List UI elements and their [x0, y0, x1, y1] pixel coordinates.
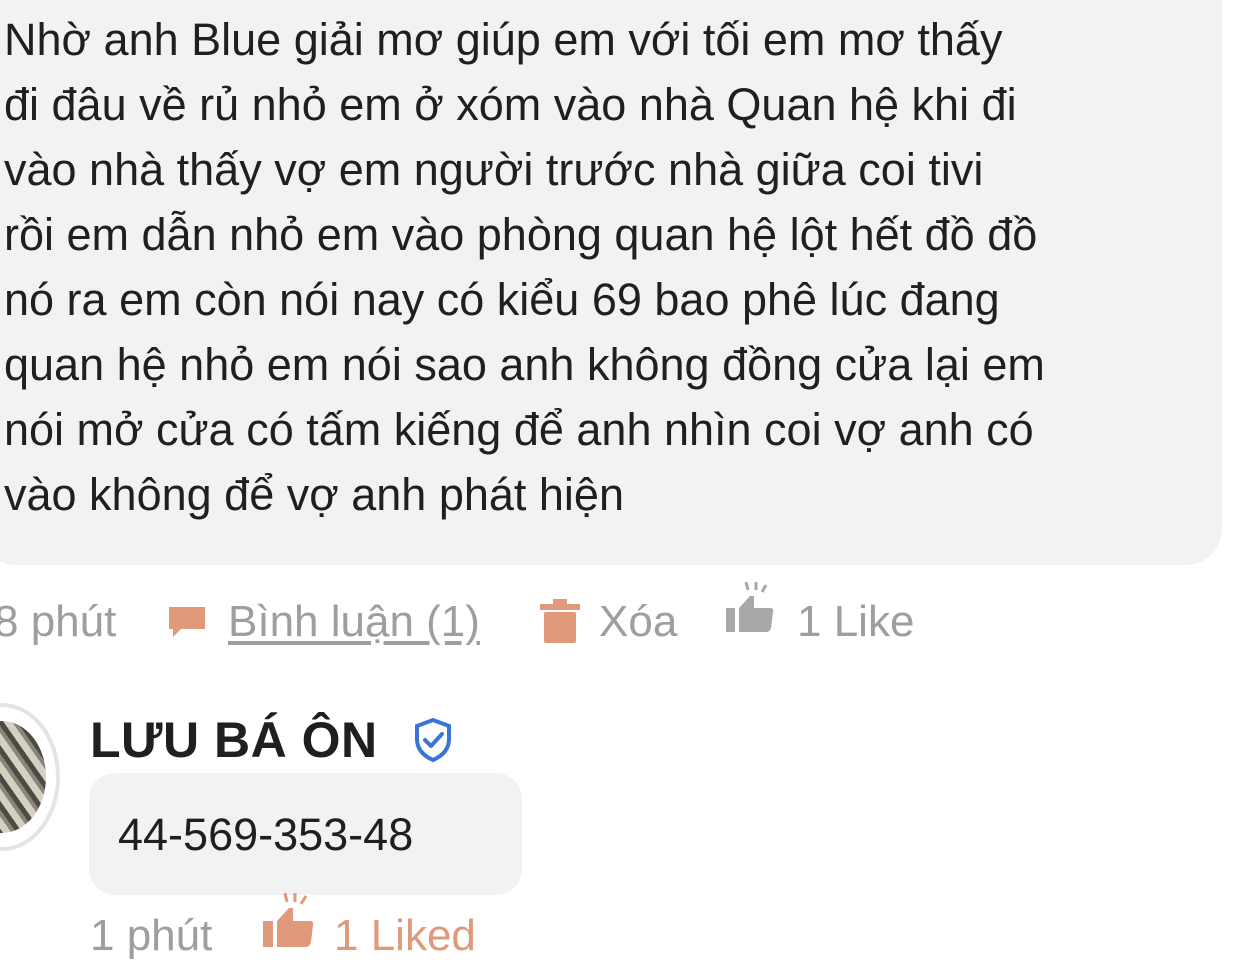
comment-text-line: vào không để vợ anh phát hiện	[4, 469, 624, 520]
comment-bubble: Nhờ anh Blue giải mơ giúp em với tối em …	[0, 0, 1222, 565]
comment-text: Nhờ anh Blue giải mơ giúp em với tối em …	[4, 7, 1214, 527]
comment-text-line: quan hệ nhỏ em nói sao anh không đồng cử…	[4, 339, 1045, 390]
comment-text-line: vào nhà thấy vợ em người trước nhà giữa …	[4, 144, 984, 195]
reply-count-link[interactable]: Bình luận (1)	[228, 596, 480, 648]
comment-actions: 8 phút Bình luận (1) Xóa 1 Like	[0, 582, 1242, 648]
comment-timestamp: 8 phút	[0, 597, 117, 646]
comment-text-line: nói mở cửa có tấm kiếng để anh nhìn coi …	[4, 404, 1034, 455]
reply-bubble: 44-569-353-48	[89, 773, 522, 895]
avatar-image	[0, 721, 46, 833]
reply-author-name[interactable]: LƯU BÁ ÔN	[90, 710, 378, 770]
liked-count[interactable]: 1 Liked	[334, 910, 476, 962]
like-count[interactable]: 1 Like	[797, 596, 914, 648]
trash-icon[interactable]	[540, 599, 580, 643]
speech-bubble-icon[interactable]	[167, 605, 207, 639]
reply-text: 44-569-353-48	[118, 809, 414, 860]
avatar[interactable]	[0, 703, 60, 851]
comment-text-line: rồi em dẫn nhỏ em vào phòng quan hệ lột …	[4, 209, 1038, 260]
comment-text-line: nó ra em còn nói nay có kiểu 69 bao phê …	[4, 274, 1000, 325]
reply-timestamp: 1 phút	[90, 911, 213, 960]
thumbs-up-icon[interactable]	[722, 582, 778, 642]
verified-shield-icon	[415, 717, 451, 763]
comment-text-line: đi đâu về rủ nhỏ em ở xóm vào nhà Quan h…	[4, 79, 1017, 130]
comment-text-line: Nhờ anh Blue giải mơ giúp em với tối em …	[4, 14, 1003, 65]
delete-button[interactable]: Xóa	[599, 596, 677, 648]
thumbs-up-filled-icon[interactable]	[259, 893, 319, 955]
